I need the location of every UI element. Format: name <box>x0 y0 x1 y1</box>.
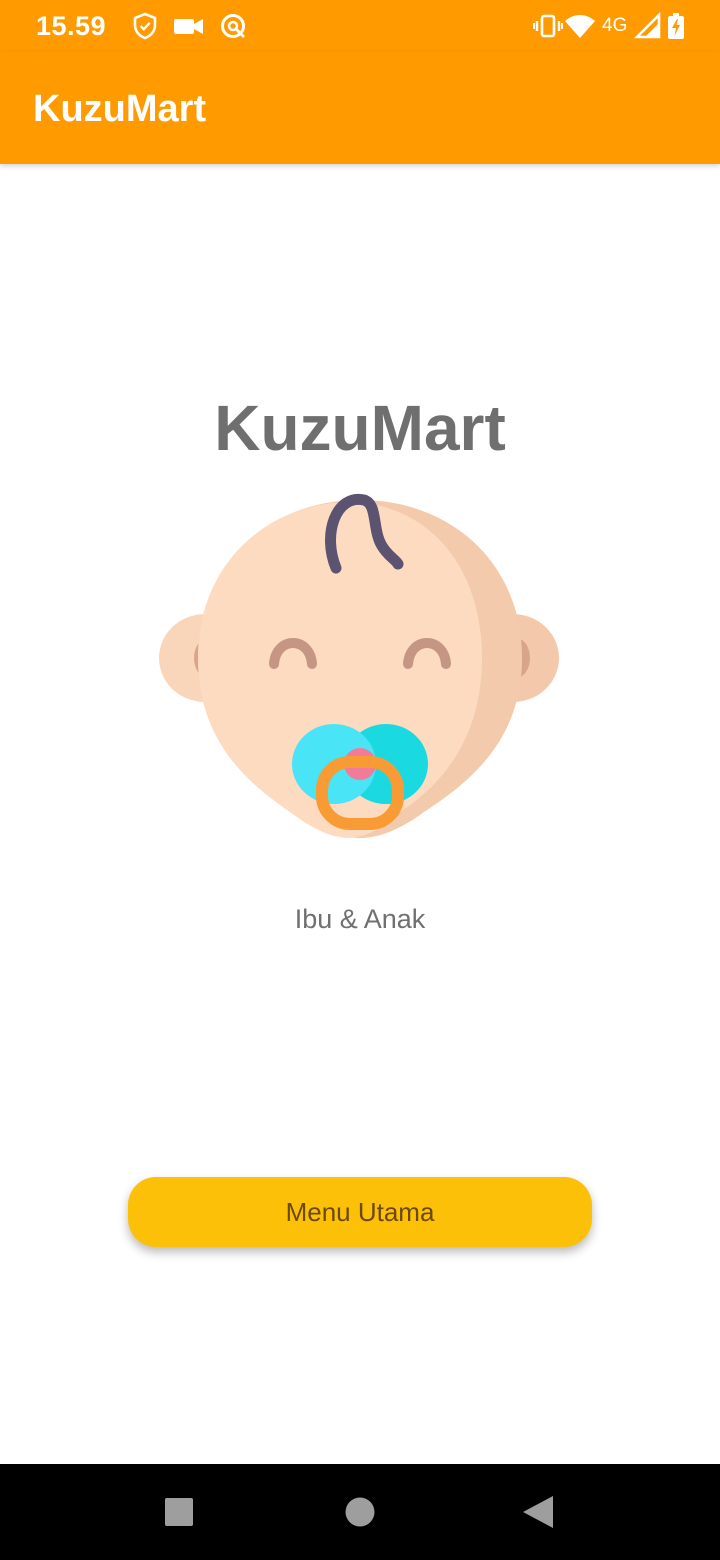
menu-utama-button[interactable]: Menu Utama <box>128 1177 592 1247</box>
status-bar: 15.59 4G <box>0 0 720 52</box>
wifi-icon <box>565 15 595 38</box>
app-bar-title: KuzuMart <box>33 88 207 130</box>
video-camera-icon <box>174 19 203 34</box>
battery-charging-icon <box>668 13 684 39</box>
back-triangle-icon[interactable] <box>515 1488 563 1536</box>
home-circle-icon[interactable] <box>336 1488 384 1536</box>
app-screen: 15.59 4G KuzuMart KuzuMart Ibu & Anak Me… <box>0 0 720 1560</box>
recents-square-icon[interactable] <box>155 1488 203 1536</box>
vibrate-icon <box>533 14 563 38</box>
shield-check-icon <box>133 12 157 40</box>
signal-icon <box>634 12 661 39</box>
data-saver-icon <box>221 14 246 39</box>
network-type-label: 4G <box>602 15 628 36</box>
subtitle: Ibu & Anak <box>294 904 426 934</box>
brand-title: KuzuMart <box>214 392 506 464</box>
app-bar: KuzuMart <box>0 52 720 164</box>
status-time: 15.59 <box>36 11 107 41</box>
navigation-bar <box>0 1464 720 1560</box>
baby-face-illustration <box>159 493 559 838</box>
